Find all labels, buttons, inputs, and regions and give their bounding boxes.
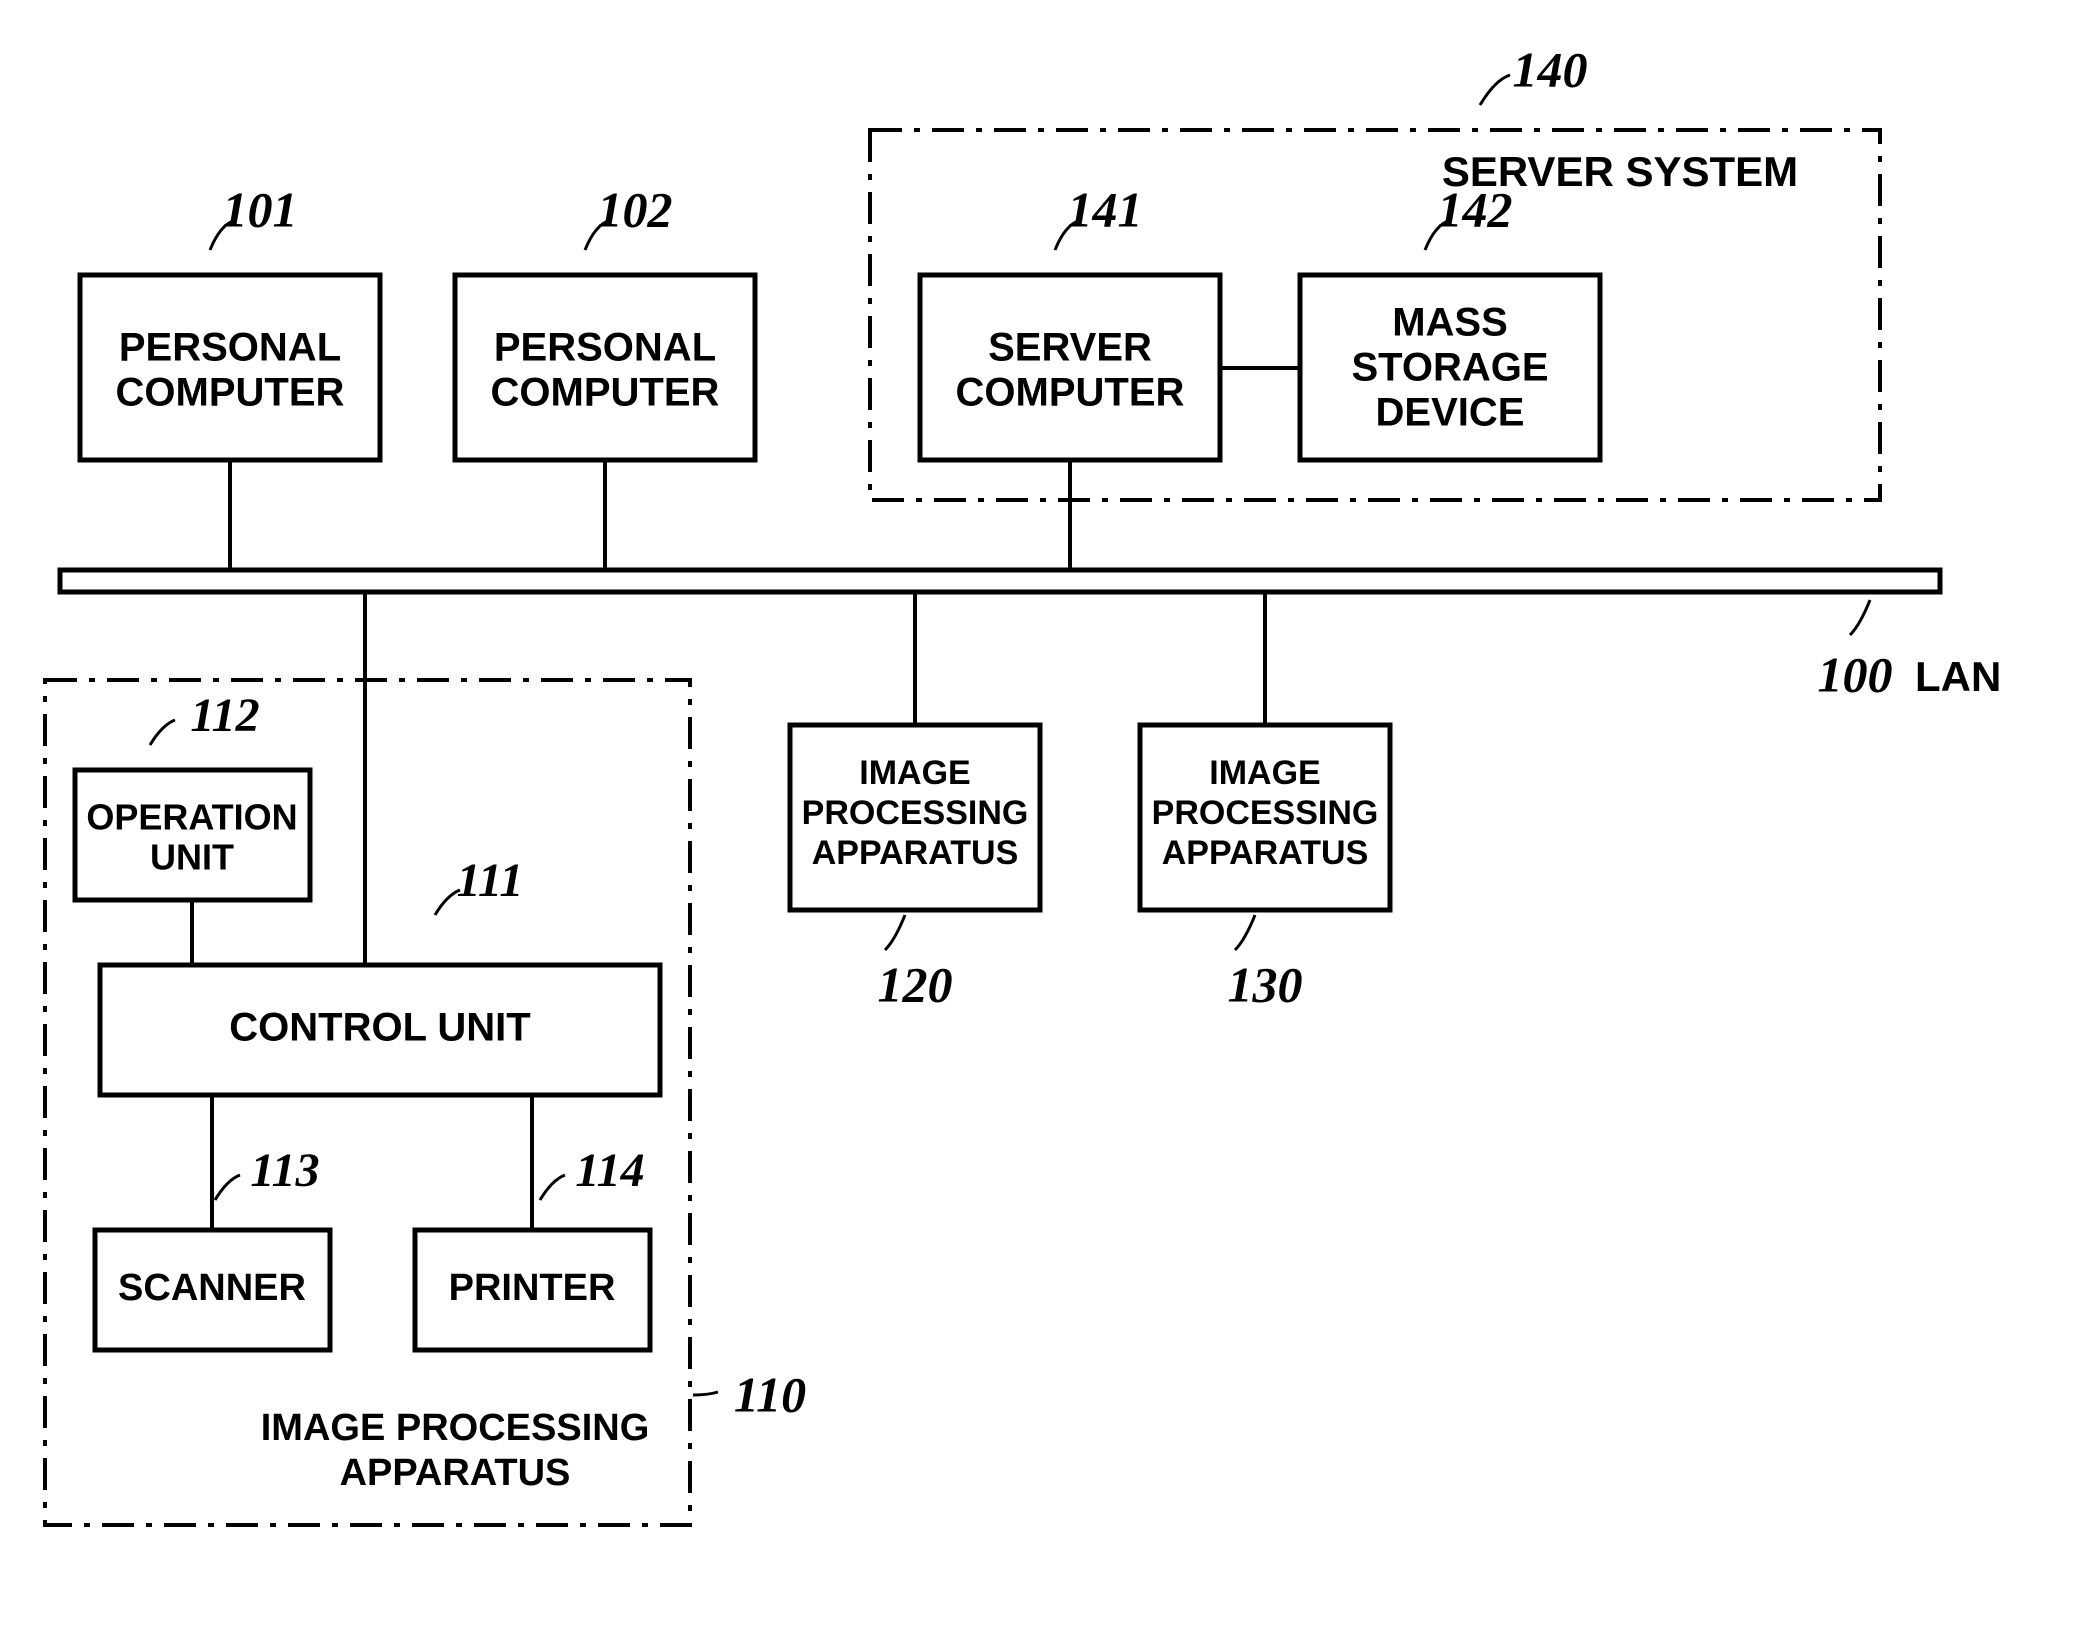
block-ipa3-line2: PROCESSING [1152, 794, 1379, 832]
block-storage-line1: MASS [1392, 301, 1508, 345]
leader-113 [215, 1175, 240, 1200]
ref-100: 100 [1818, 646, 1893, 702]
leader-120 [885, 915, 905, 950]
ref-140: 140 [1513, 41, 1588, 97]
block-ipa2-line2: PROCESSING [802, 794, 1029, 832]
ref-110: 110 [734, 1366, 806, 1422]
block-ipa2-line1: IMAGE [859, 754, 970, 792]
leader-100 [1850, 600, 1870, 635]
ref-130: 130 [1228, 956, 1303, 1012]
group-ipa1-label-line2: APPARATUS [340, 1452, 571, 1494]
block-storage-line3: DEVICE [1376, 391, 1525, 435]
block-opunit-line2: UNIT [150, 837, 234, 878]
ref-142: 142 [1438, 181, 1513, 237]
block-ipa3-line1: IMAGE [1209, 754, 1320, 792]
ref-141: 141 [1068, 181, 1143, 237]
ref-111: 111 [457, 854, 524, 907]
block-ipa3-line3: APPARATUS [1162, 834, 1369, 872]
block-pc2-line1: PERSONAL [494, 326, 716, 370]
ref-120: 120 [878, 956, 953, 1012]
block-ipa2-line3: APPARATUS [812, 834, 1019, 872]
block-pc1-line2: COMPUTER [116, 371, 345, 415]
ref-112: 112 [190, 689, 259, 742]
lan-label: LAN [1915, 653, 2001, 700]
block-storage-line2: STORAGE [1351, 346, 1548, 390]
leader-114 [540, 1175, 565, 1200]
ref-102: 102 [598, 181, 673, 237]
block-printer-line1: PRINTER [449, 1267, 616, 1309]
ref-114: 114 [575, 1144, 644, 1197]
block-scanner-line1: SCANNER [118, 1267, 306, 1309]
block-opunit-line1: OPERATION [86, 797, 297, 838]
ref-101: 101 [223, 181, 298, 237]
block-server-line2: COMPUTER [956, 371, 1185, 415]
block-pc1-line1: PERSONAL [119, 326, 341, 370]
ref-113: 113 [250, 1144, 319, 1197]
block-ctrl-line1: CONTROL UNIT [229, 1006, 530, 1050]
system-block-diagram: SERVER SYSTEM 140 PERSONAL COMPUTER 101 … [0, 0, 2090, 1650]
leader-140 [1480, 75, 1510, 105]
leader-110 [693, 1392, 718, 1395]
leader-130 [1235, 915, 1255, 950]
block-pc2-line2: COMPUTER [491, 371, 720, 415]
group-ipa1-label-line1: IMAGE PROCESSING [261, 1407, 650, 1449]
lan-bus [60, 570, 1940, 592]
block-server-line1: SERVER [988, 326, 1152, 370]
leader-112 [150, 720, 175, 745]
